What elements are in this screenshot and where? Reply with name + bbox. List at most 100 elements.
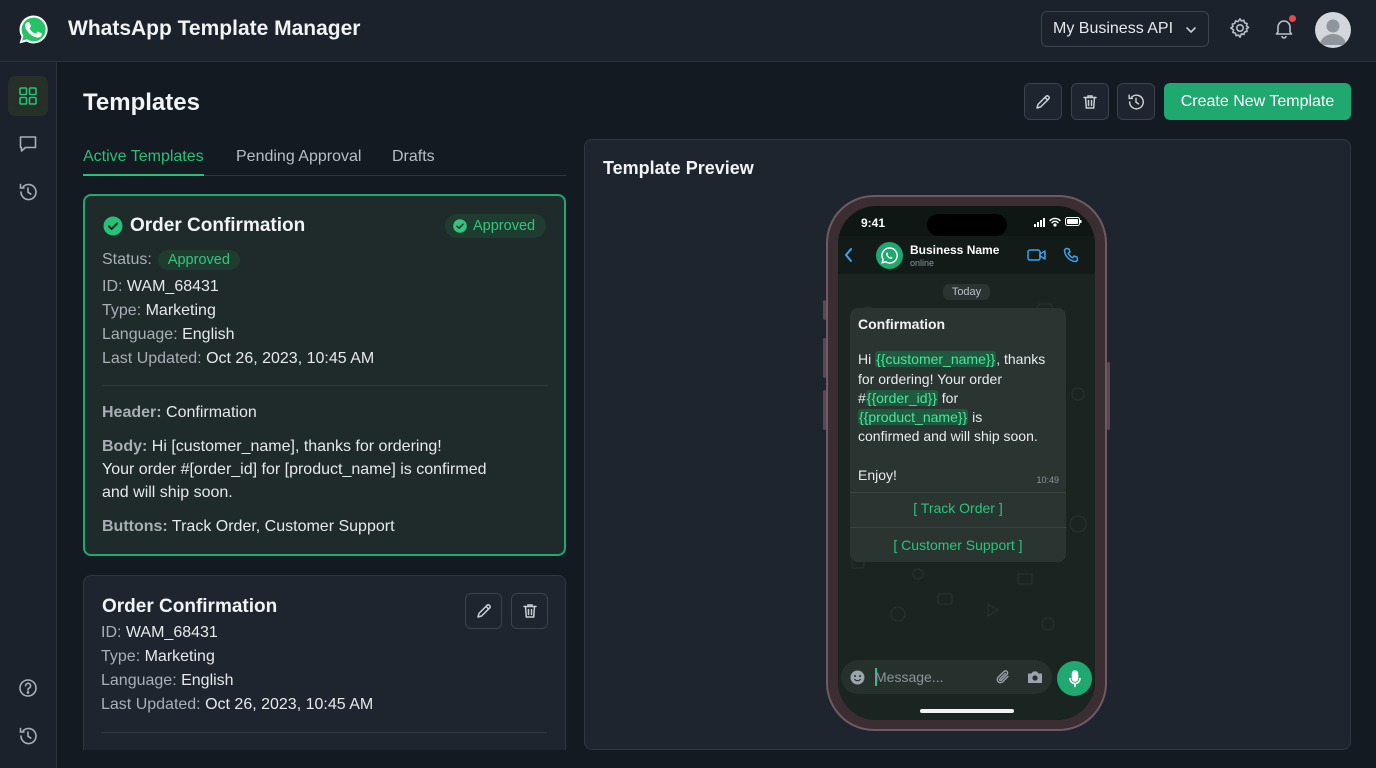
preview-title: Template Preview — [603, 158, 754, 178]
id-value: WAM_68431 — [126, 278, 219, 295]
id-label: ID: — [101, 624, 122, 641]
status-badge: Approved — [157, 250, 240, 270]
settings-icon[interactable] — [1228, 16, 1252, 40]
phone-screen: 9:41 Business Name online Today Confirma… — [838, 206, 1095, 720]
approved-badge: Approved — [445, 214, 547, 238]
variable-chip: {{customer_name}} — [875, 351, 997, 367]
phone-side-button — [1107, 362, 1110, 430]
edit-button[interactable] — [1024, 83, 1062, 120]
emoji-icon[interactable] — [850, 670, 865, 685]
grid-icon — [17, 85, 39, 107]
account-select[interactable]: My Business API — [1041, 11, 1209, 47]
language-label: Language: — [102, 326, 178, 343]
updated-row: Last Updated: Oct 26, 2023, 10:45 AM — [101, 696, 373, 714]
camera-icon[interactable] — [1027, 670, 1043, 684]
divider — [102, 385, 548, 386]
back-chevron-icon[interactable] — [843, 247, 855, 263]
tab-drafts[interactable]: Drafts — [392, 148, 435, 176]
signal-icon — [1034, 218, 1046, 227]
variable-chip: {{order_id}} — [865, 390, 938, 406]
chat-header: Business Name online — [838, 236, 1095, 274]
top-bar: WhatsApp Template Manager My Business AP… — [0, 0, 1376, 62]
rail-history-bottom-button[interactable] — [8, 716, 48, 756]
message-text: # — [858, 390, 866, 406]
notification-dot — [1289, 15, 1296, 22]
body-line-2: Your order #[order_id] for [product_name… — [102, 461, 487, 478]
chat-icon — [17, 133, 39, 155]
type-row: Type: Marketing — [102, 302, 216, 320]
trash-icon — [521, 602, 539, 620]
attachment-icon[interactable] — [995, 669, 1011, 685]
card-title: Order Confirmation — [130, 215, 306, 236]
history-icon — [17, 181, 39, 203]
account-select-value: My Business API — [1053, 20, 1174, 37]
message-line-3: #{{order_id}} for — [858, 390, 958, 406]
type-row: Type: Marketing — [101, 648, 215, 666]
card-title: Order Confirmation — [102, 596, 278, 617]
id-row: ID: WAM_68431 — [101, 624, 218, 642]
buttons-label: Buttons: — [102, 518, 168, 535]
rail-templates-button[interactable] — [8, 76, 48, 116]
body-label: Body: — [102, 438, 148, 455]
message-line-1: Hi {{customer_name}}, thanks — [858, 351, 1045, 367]
message-input-bar[interactable]: Message... — [841, 660, 1052, 694]
history-button[interactable] — [1117, 83, 1155, 120]
contact-status: online — [910, 258, 935, 268]
contact-name: Business Name — [910, 243, 1000, 257]
avatar[interactable] — [1315, 12, 1351, 48]
message-line-5: confirmed and will ship soon. — [858, 428, 1038, 444]
whatsapp-logo-icon — [17, 13, 50, 46]
wifi-icon — [1049, 217, 1061, 227]
id-row: ID: WAM_68431 — [102, 278, 219, 296]
track-order-quick-reply[interactable]: [ Track Order ] — [850, 500, 1066, 516]
template-tabs: Active Templates Pending Approval Drafts — [83, 145, 566, 176]
type-value: Marketing — [144, 648, 215, 665]
history-icon — [1126, 92, 1146, 112]
template-card[interactable]: Order Confirmation ID: WAM_68431 Type: M… — [83, 575, 566, 750]
check-circle-icon — [453, 219, 467, 233]
rail-help-button[interactable] — [8, 668, 48, 708]
message-bubble: Confirmation Hi {{customer_name}}, thank… — [850, 308, 1066, 562]
phone-call-icon[interactable] — [1063, 247, 1079, 263]
message-header: Confirmation — [858, 316, 946, 332]
type-value: Marketing — [145, 302, 216, 319]
chevron-down-icon — [1184, 23, 1198, 37]
whatsapp-avatar-icon — [876, 242, 903, 269]
approved-badge-label: Approved — [473, 218, 536, 234]
card-delete-button[interactable] — [511, 593, 548, 629]
language-value: English — [182, 326, 235, 343]
left-rail — [0, 62, 57, 768]
history-icon — [17, 725, 39, 747]
message-line-4: {{product_name}} is — [858, 409, 982, 425]
customer-support-quick-reply[interactable]: [ Customer Support ] — [850, 537, 1066, 553]
message-text: , thanks — [996, 351, 1046, 367]
tab-active-templates[interactable]: Active Templates — [83, 148, 204, 176]
body-line-3: and will ship soon. — [102, 484, 233, 501]
variable-chip: {{product_name}} — [858, 409, 969, 425]
tab-pending-approval[interactable]: Pending Approval — [236, 148, 361, 176]
card-edit-button[interactable] — [465, 593, 502, 629]
create-new-template-button[interactable]: Create New Template — [1164, 83, 1351, 120]
message-line-6: Enjoy! — [858, 467, 897, 483]
template-card-selected[interactable]: Order Confirmation Approved Status: Appro… — [83, 194, 566, 556]
microphone-icon — [1068, 669, 1082, 688]
id-label: ID: — [102, 278, 123, 295]
buttons-row: Buttons: Track Order, Customer Support — [102, 518, 395, 536]
message-text: for — [937, 390, 959, 406]
header-label: Header: — [102, 404, 162, 421]
delete-button[interactable] — [1071, 83, 1109, 120]
message-input-placeholder: Message... — [875, 669, 944, 685]
status-time: 9:41 — [861, 216, 886, 230]
language-row: Language: English — [102, 326, 235, 344]
header-value: Confirmation — [166, 404, 257, 421]
rail-chat-button[interactable] — [8, 124, 48, 164]
divider — [101, 732, 547, 733]
date-chip: Today — [943, 284, 990, 300]
button-divider — [850, 492, 1066, 493]
updated-row: Last Updated: Oct 26, 2023, 10:45 AM — [102, 350, 374, 368]
rail-history-button[interactable] — [8, 172, 48, 212]
mic-button[interactable] — [1057, 661, 1092, 696]
button-divider — [850, 527, 1066, 528]
body-line-1: Hi [customer_name], thanks for ordering! — [151, 438, 442, 455]
video-call-icon[interactable] — [1027, 248, 1047, 262]
